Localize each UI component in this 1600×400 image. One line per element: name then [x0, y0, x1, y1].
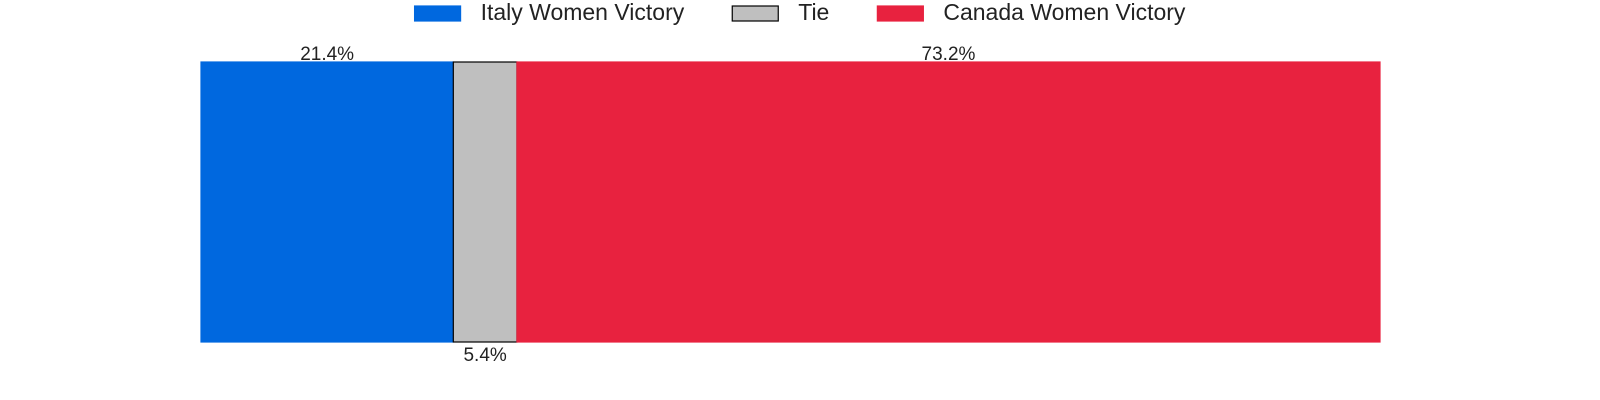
legend-item-tie: Tie [731, 0, 829, 25]
stacked-bar-chart: Italy Women Victory Tie Canada Women Victo… [0, 0, 1600, 400]
bar-segment-canada-women-victory [516, 61, 1381, 343]
legend-swatch-tie [731, 5, 779, 22]
bar-segment-tie [452, 61, 518, 343]
legend-label-tie: Tie [798, 0, 829, 25]
data-label-tie: 5.4% [463, 345, 506, 366]
bar-segment-italy-women-victory [200, 61, 454, 343]
legend-swatch-italy-women-victory [413, 5, 462, 22]
data-label-italy-women-victory: 21.4% [300, 44, 354, 65]
legend-swatch-canada-women-victory [876, 5, 924, 22]
legend-label-italy-women-victory: Italy Women Victory [481, 0, 685, 25]
legend-item-canada-women-victory: Canada Women Victory [876, 0, 1186, 25]
bar-segments [200, 61, 1381, 343]
data-label-canada-women-victory: 73.2% [922, 44, 976, 65]
legend-label-canada-women-victory: Canada Women Victory [943, 0, 1186, 25]
chart-canvas: Italy Women Victory Tie Canada Women Victo… [200, 0, 1381, 366]
chart-legend: Italy Women Victory Tie Canada Women Victo… [413, 0, 1186, 25]
legend-item-italy-women-victory: Italy Women Victory [413, 0, 685, 25]
